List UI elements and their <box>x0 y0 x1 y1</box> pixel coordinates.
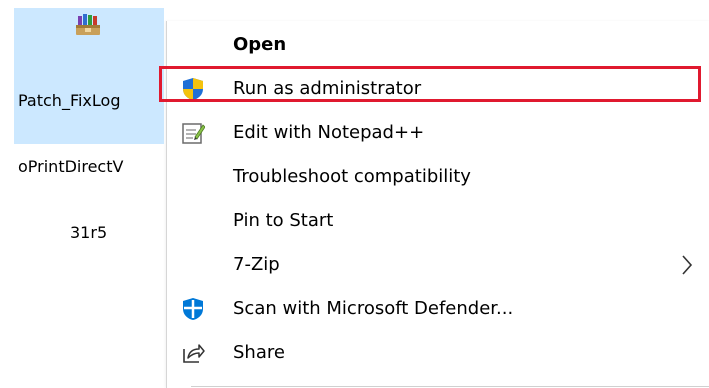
highlight-box <box>159 66 701 102</box>
menu-item-pin-to-start[interactable]: Pin to Start <box>167 201 709 241</box>
archive-installer-icon <box>76 12 100 42</box>
notepad-plus-plus-icon <box>181 121 206 145</box>
defender-icon <box>181 297 205 321</box>
share-icon <box>181 341 205 365</box>
menu-item-troubleshoot-compatibility[interactable]: Troubleshoot compatibility <box>167 157 709 197</box>
menu-item-share[interactable]: Share <box>167 333 709 373</box>
menu-item-7-zip[interactable]: 7-Zip <box>167 245 709 285</box>
file-name-label: Patch_FixLog oPrintDirectV 31r5 <box>18 91 124 242</box>
menu-item-edit-with-notepad-plus-plus[interactable]: Edit with Notepad++ <box>167 113 709 153</box>
menu-item-open[interactable]: Open <box>167 25 709 65</box>
chevron-right-icon <box>680 254 694 276</box>
menu-separator <box>191 386 709 387</box>
menu-item-scan-with-microsoft-defender[interactable]: Scan with Microsoft Defender... <box>167 289 709 329</box>
